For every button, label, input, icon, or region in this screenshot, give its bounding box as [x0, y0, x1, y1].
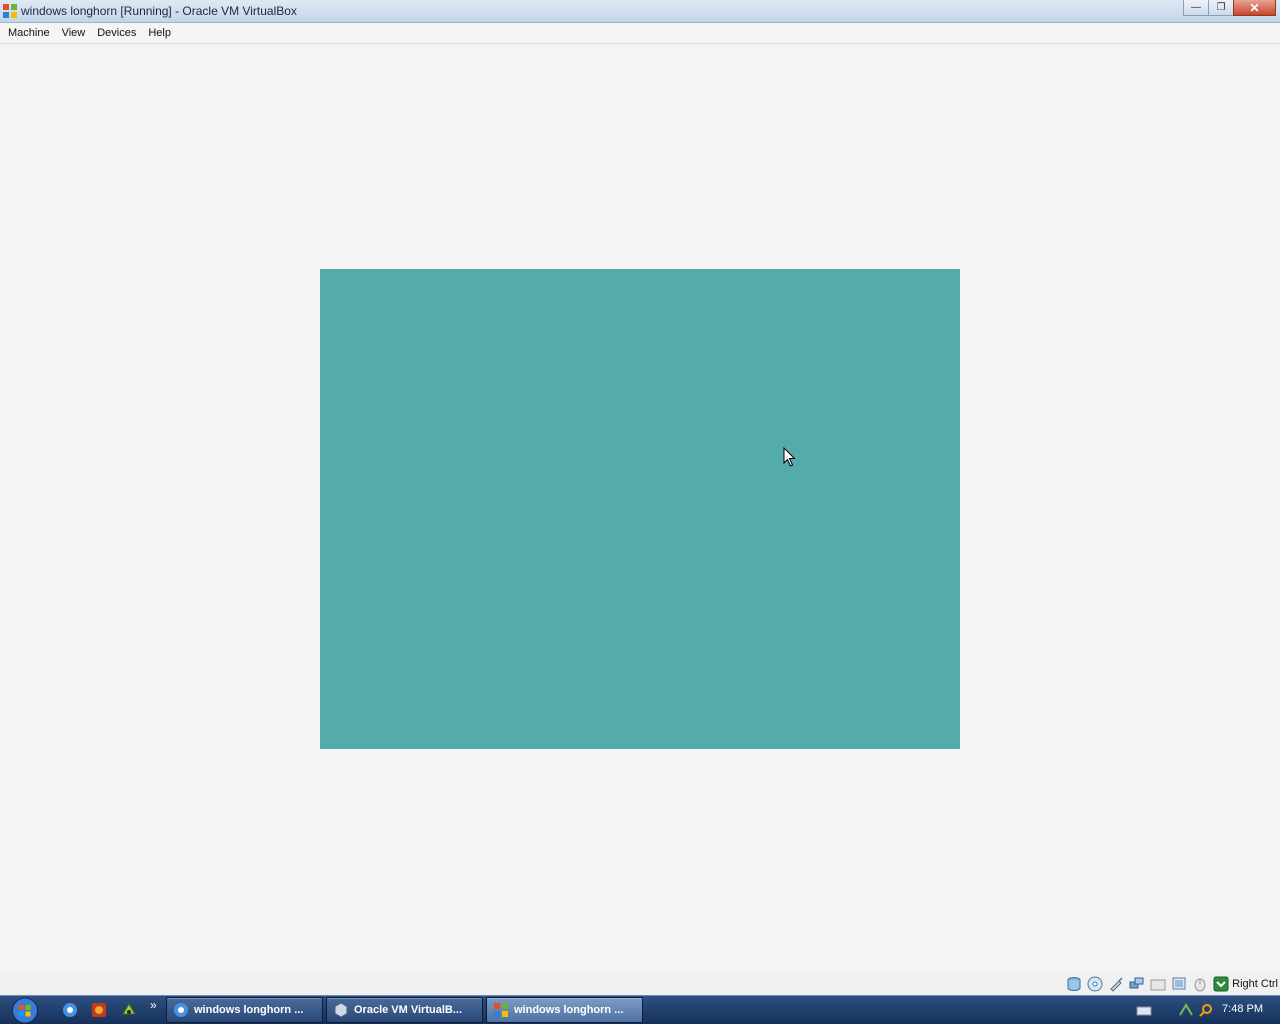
display-icon[interactable]: [1171, 976, 1187, 992]
menu-devices[interactable]: Devices: [91, 23, 142, 43]
chrome-icon: [174, 1003, 188, 1017]
task-label: windows longhorn ...: [194, 1004, 304, 1016]
keyboard-icon[interactable]: [1136, 1003, 1152, 1017]
network-tray-icon[interactable]: [1178, 1003, 1194, 1017]
restore-button[interactable]: ❐: [1208, 0, 1234, 16]
vm-guest-screen[interactable]: [320, 269, 960, 749]
taskbar-button-virtualbox[interactable]: Oracle VM VirtualB...: [326, 997, 483, 1023]
window-controls: — ❐ ✕: [1183, 0, 1276, 16]
menu-machine[interactable]: Machine: [2, 23, 56, 43]
hard-disk-icon[interactable]: [1066, 976, 1082, 992]
host-key-icon[interactable]: [1213, 976, 1229, 992]
shared-folders-icon[interactable]: [1150, 976, 1166, 992]
optical-drive-icon[interactable]: [1087, 976, 1103, 992]
menu-bar: Machine View Devices Help: [0, 23, 1280, 44]
search-tray-icon[interactable]: [1198, 1003, 1214, 1017]
vm-status-bar: Right Ctrl: [0, 972, 1280, 995]
window-title-bar[interactable]: windows longhorn [Running] - Oracle VM V…: [0, 0, 1280, 23]
task-label: windows longhorn ...: [514, 1004, 624, 1016]
status-indicators: Right Ctrl: [1061, 975, 1278, 993]
network-icon[interactable]: [1129, 976, 1145, 992]
app-icon[interactable]: [121, 1002, 137, 1018]
virtualbox-icon: [334, 1002, 348, 1018]
window-title: windows longhorn [Running] - Oracle VM V…: [21, 4, 297, 18]
vm-window-icon: [494, 1003, 508, 1017]
firefox-icon[interactable]: [91, 1002, 107, 1018]
quick-launch-chevron[interactable]: »: [150, 998, 157, 1012]
start-button[interactable]: [9, 997, 41, 1024]
chrome-icon[interactable]: [62, 1002, 78, 1018]
taskbar: » windows longhorn ... Oracle VM Virtual…: [0, 995, 1280, 1024]
virtualbox-window-icon: [3, 4, 17, 18]
close-button[interactable]: ✕: [1233, 0, 1276, 16]
mouse-cursor-icon: [783, 447, 796, 467]
clock[interactable]: 7:48 PM: [1222, 1003, 1263, 1015]
vm-display-area: [0, 44, 1280, 972]
menu-view[interactable]: View: [56, 23, 92, 43]
usb-icon[interactable]: [1108, 976, 1124, 992]
minimize-button[interactable]: —: [1183, 0, 1209, 16]
taskbar-button-vm-window[interactable]: windows longhorn ...: [486, 997, 643, 1023]
menu-help[interactable]: Help: [142, 23, 177, 43]
mouse-integration-icon[interactable]: [1192, 976, 1208, 992]
host-key-label: Right Ctrl: [1232, 978, 1278, 990]
taskbar-button-chrome[interactable]: windows longhorn ...: [166, 997, 323, 1023]
task-label: Oracle VM VirtualB...: [354, 1004, 463, 1016]
